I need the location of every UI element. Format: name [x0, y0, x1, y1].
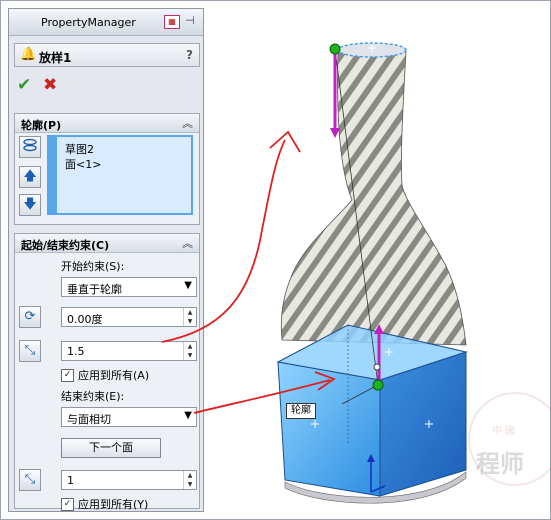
watermark-small-text: 中 國 [492, 426, 516, 437]
arrow-head-icon [330, 128, 340, 138]
loft-surface[interactable] [280, 49, 467, 346]
profile-callout[interactable]: 轮廓 [286, 403, 316, 419]
annotation-arrow-start [161, 139, 286, 343]
watermark-text: 程师 [476, 450, 524, 478]
start-handle[interactable] [329, 43, 341, 55]
end-handle[interactable] [372, 379, 384, 391]
connector-point[interactable] [373, 363, 381, 371]
